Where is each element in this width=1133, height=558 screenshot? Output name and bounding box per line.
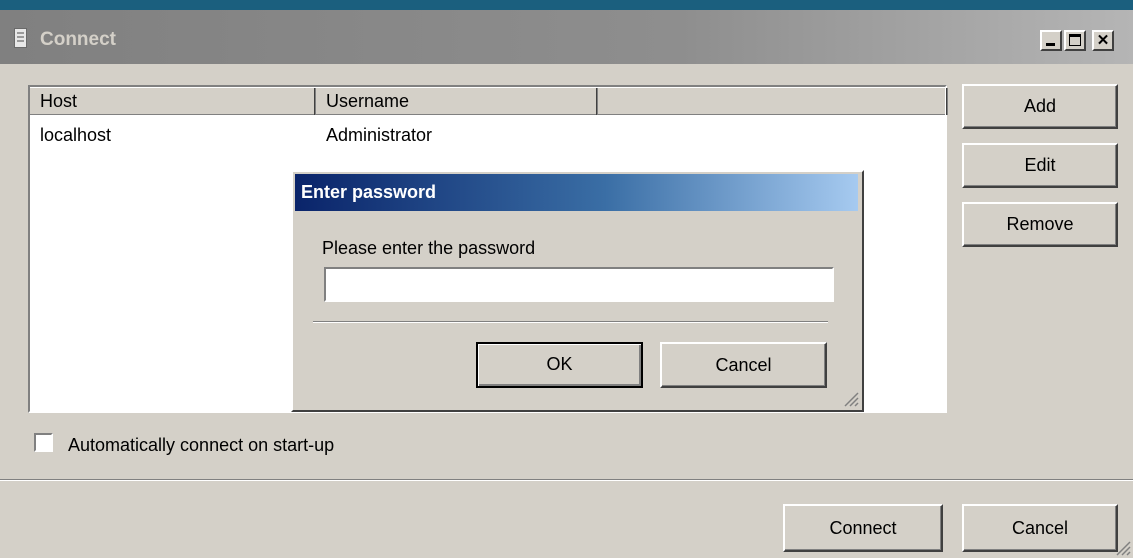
- column-header-host[interactable]: Host: [30, 88, 316, 115]
- close-icon: ✕: [1096, 32, 1110, 49]
- password-input[interactable]: [324, 267, 834, 302]
- host-cell: localhost: [40, 125, 112, 145]
- auto-connect-checkbox[interactable]: [34, 433, 53, 452]
- auto-connect-label[interactable]: Automatically connect on start-up: [68, 435, 334, 456]
- window-title: Connect: [40, 29, 116, 50]
- window-titlebar[interactable]: Connect ✕: [0, 10, 1133, 64]
- remove-button[interactable]: Remove: [962, 202, 1118, 247]
- close-button[interactable]: ✕: [1092, 30, 1114, 51]
- maximize-icon: [1069, 34, 1081, 46]
- window-resize-grip-icon[interactable]: [1111, 536, 1131, 556]
- password-prompt-label: Please enter the password: [322, 238, 536, 258]
- connect-button[interactable]: Connect: [783, 504, 943, 552]
- window-top-border: [0, 0, 1133, 10]
- ok-button[interactable]: OK: [476, 342, 643, 388]
- dialog-resize-grip-icon[interactable]: [839, 387, 859, 407]
- minimize-button[interactable]: [1040, 30, 1062, 51]
- minimize-icon: [1046, 43, 1055, 46]
- add-button[interactable]: Add: [962, 84, 1118, 129]
- column-header-extra[interactable]: [598, 88, 948, 115]
- maximize-button[interactable]: [1064, 30, 1086, 51]
- list-header: Host Username: [30, 87, 948, 115]
- username-cell: Administrator: [326, 125, 433, 145]
- dialog-divider: [313, 321, 828, 323]
- app-icon: [14, 28, 27, 48]
- password-dialog: Enter password Please enter the password…: [291, 170, 864, 412]
- cancel-button[interactable]: Cancel: [962, 504, 1118, 552]
- footer-divider: [0, 479, 1133, 481]
- list-item[interactable]: localhost Administrator: [40, 125, 432, 146]
- edit-button[interactable]: Edit: [962, 143, 1118, 188]
- dialog-cancel-button[interactable]: Cancel: [660, 342, 827, 388]
- column-header-username[interactable]: Username: [316, 88, 598, 115]
- password-dialog-title[interactable]: Enter password: [295, 174, 858, 211]
